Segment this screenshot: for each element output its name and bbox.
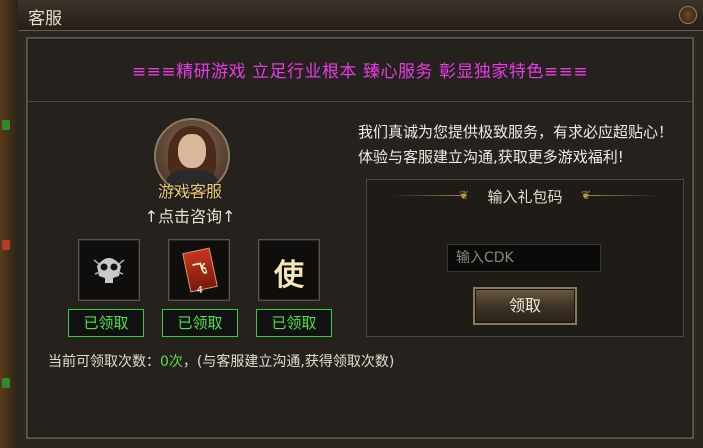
gift-code-title: 输入礼包码 — [487, 188, 563, 206]
cdk-input[interactable] — [447, 244, 601, 272]
divider — [28, 101, 692, 102]
customer-service-name[interactable]: 游戏客服 — [116, 178, 264, 202]
edge-marker — [2, 378, 10, 388]
claimed-status: 已领取 — [256, 309, 332, 337]
gift-code-box: ❦ ❦ 输入礼包码 领取 — [366, 179, 684, 337]
edge-marker — [2, 240, 10, 250]
window-title: 客服 — [28, 9, 62, 29]
intro-line-2: 体验与客服建立沟通,获取更多游戏福利! — [358, 148, 624, 166]
slogan-banner: ≡≡≡精研游戏 立足行业根本 臻心服务 彰显独家特色≡≡≡ — [131, 62, 589, 82]
claim-button[interactable]: 领取 — [473, 287, 577, 325]
edge-marker — [2, 120, 10, 130]
claim-count-value: 0次 — [160, 354, 183, 370]
item-count: 4 — [196, 285, 203, 296]
left-background-edge — [0, 0, 18, 448]
title-bar: 客服 — [18, 0, 703, 31]
claimed-status: 已领取 — [68, 309, 144, 337]
reward-slot-skull[interactable] — [78, 239, 140, 301]
book-glyph: 飞 — [191, 260, 209, 280]
reward-slot-envoy[interactable]: 使 — [258, 239, 320, 301]
claim-count-note: ，(与客服建立沟通,获得领取次数) — [182, 354, 395, 370]
content-panel: ≡≡≡精研游戏 立足行业根本 臻心服务 彰显独家特色≡≡≡ 游戏客服 ↑点击咨询… — [26, 37, 694, 439]
customer-service-window: 客服 ≡≡≡精研游戏 立足行业根本 臻心服务 彰显独家特色≡≡≡ 游戏客服 ↑点… — [0, 0, 703, 448]
intro-line-1: 我们真诚为您提供极致服务，有求必应超贴心！ — [358, 123, 674, 141]
avatar-face — [178, 134, 206, 168]
claim-count-prefix: 当前可领取次数： — [48, 354, 160, 370]
reward-slot-book[interactable]: 飞 4 — [168, 239, 230, 301]
claim-count-line: 当前可领取次数：0次，(与客服建立沟通,获得领取次数) — [48, 351, 394, 371]
claimed-status: 已领取 — [162, 309, 238, 337]
skull-icon — [93, 258, 125, 283]
consult-link[interactable]: ↑点击咨询↑ — [116, 203, 264, 227]
envoy-char-icon: 使 — [274, 258, 304, 293]
close-icon[interactable] — [679, 6, 697, 24]
